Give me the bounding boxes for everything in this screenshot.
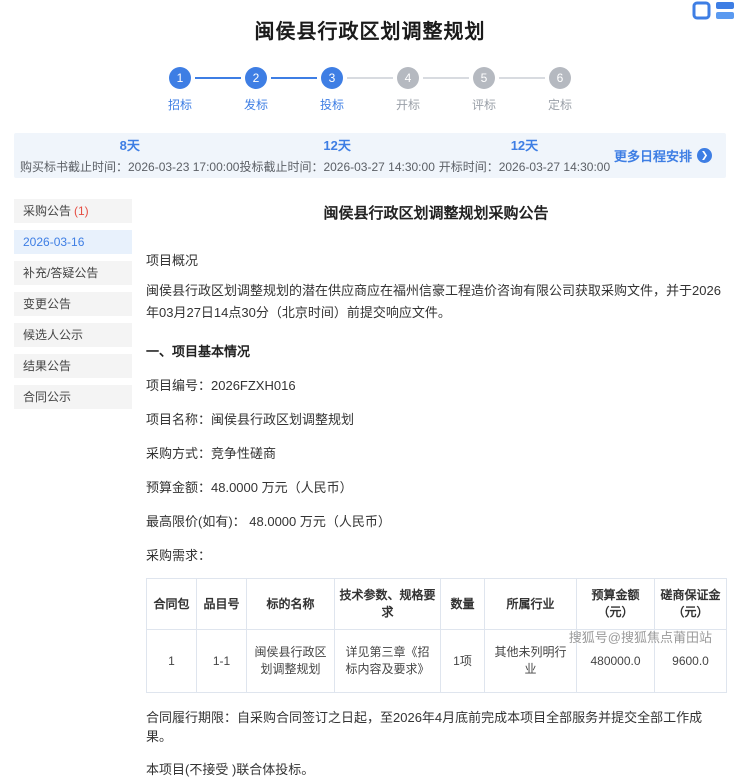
sidebar-item-procurement-notice[interactable]: 采购公告(1)	[14, 199, 132, 223]
step-label: 定标	[548, 96, 572, 113]
step-connector	[195, 77, 241, 79]
days-remaining: 12天	[435, 135, 614, 154]
step-number: 3	[321, 67, 343, 89]
cell-item-number: 1-1	[197, 630, 247, 693]
sidebar-item-label: 补充/答疑公告	[23, 266, 98, 280]
field-procurement-method: 采购方式：竞争性磋商	[146, 443, 726, 462]
step-label: 开标	[396, 96, 420, 113]
col-header-item-number: 品目号	[197, 579, 247, 630]
schedule-item-opening-time: 12天 开标时间：2026-03-27 14:30:00	[435, 135, 614, 175]
main-area: 采购公告(1) 2026-03-16 补充/答疑公告 变更公告 候选人公示 结果…	[14, 199, 726, 778]
sidebar-item-label: 变更公告	[23, 297, 71, 311]
progress-stepper: 1 招标 2 发标 3 投标 4 开标 5 评标 6 定标	[0, 67, 740, 113]
col-header-budget: 预算金额（元）	[577, 579, 655, 630]
step-label: 发标	[244, 96, 268, 113]
sidebar-item-result-notice[interactable]: 结果公告	[14, 354, 132, 378]
step-evaluate: 5 评标	[469, 67, 499, 113]
step-submit: 3 投标	[317, 67, 347, 113]
cell-tech-specs: 详见第三章《招标内容及要求》	[335, 630, 441, 693]
deadline-text: 投标截止时间：2026-03-27 14:30:00	[239, 158, 434, 175]
section1-heading: 一、项目基本情况	[146, 341, 726, 360]
step-label: 投标	[320, 96, 344, 113]
step-number: 5	[473, 67, 495, 89]
col-header-industry: 所属行业	[485, 579, 577, 630]
deadline-text: 开标时间：2026-03-27 14:30:00	[435, 158, 614, 175]
field-procurement-demand: 采购需求：	[146, 545, 726, 564]
days-remaining: 12天	[239, 135, 434, 154]
step-number: 1	[169, 67, 191, 89]
step-label: 评标	[472, 96, 496, 113]
col-header-tech-specs: 技术参数、规格要求	[335, 579, 441, 630]
sidebar-item-contract-publicity[interactable]: 合同公示	[14, 385, 132, 409]
step-number: 4	[397, 67, 419, 89]
step-award: 6 定标	[545, 67, 575, 113]
overview-heading: 项目概况	[146, 250, 726, 269]
consortium-bid-line: 本项目(不接受 )联合体投标。	[146, 759, 726, 778]
article-content: 闽侯县行政区划调整规划采购公告 项目概况 闽侯县行政区划调整规划的潜在供应商应在…	[146, 199, 726, 778]
page-title: 闽侯县行政区划调整规划	[0, 15, 740, 44]
step-issue: 2 发标	[241, 67, 271, 113]
overview-paragraph: 闽侯县行政区划调整规划的潜在供应商应在福州信豪工程造价咨询有限公司获取采购文件，…	[146, 280, 726, 324]
step-number: 6	[549, 67, 571, 89]
sidebar-item-label: 合同公示	[23, 390, 71, 404]
sidebar-item-change-notice[interactable]: 变更公告	[14, 292, 132, 316]
step-number: 2	[245, 67, 267, 89]
article-title: 闽侯县行政区划调整规划采购公告	[146, 202, 726, 223]
arrow-right-icon: ❯	[697, 148, 712, 163]
step-connector	[271, 77, 317, 79]
schedule-item-bid-deadline: 12天 投标截止时间：2026-03-27 14:30:00	[239, 135, 434, 175]
sidebar-item-supplement-notice[interactable]: 补充/答疑公告	[14, 261, 132, 285]
schedule-item-purchase-deadline: 8天 购买标书截止时间：2026-03-23 17:00:00	[20, 135, 239, 175]
step-label: 招标	[168, 96, 192, 113]
cell-contract-package: 1	[147, 630, 197, 693]
col-header-deposit: 磋商保证金（元）	[655, 579, 727, 630]
corner-logo-icon	[692, 0, 736, 25]
deadline-text: 购买标书截止时间：2026-03-23 17:00:00	[20, 158, 239, 175]
step-connector	[499, 77, 545, 79]
sidebar: 采购公告(1) 2026-03-16 补充/答疑公告 变更公告 候选人公示 结果…	[14, 199, 132, 416]
step-open: 4 开标	[393, 67, 423, 113]
cell-subject-name: 闽侯县行政区划调整规划	[247, 630, 335, 693]
step-bidding: 1 招标	[165, 67, 195, 113]
col-header-quantity: 数量	[441, 579, 485, 630]
schedule-bar: 8天 购买标书截止时间：2026-03-23 17:00:00 12天 投标截止…	[14, 133, 726, 178]
watermark-text: 搜狐号@搜狐焦点莆田站	[569, 627, 712, 646]
sidebar-item-label: 候选人公示	[23, 328, 83, 342]
sidebar-item-label: 2026-03-16	[23, 235, 84, 249]
sidebar-item-candidate-publicity[interactable]: 候选人公示	[14, 323, 132, 347]
notice-count-badge: (1)	[74, 204, 89, 218]
col-header-subject-name: 标的名称	[247, 579, 335, 630]
more-schedule-label: 更多日程安排	[614, 146, 692, 165]
contract-period-line: 合同履行期限：自采购合同签订之日起，至2026年4月底前完成本项目全部服务并提交…	[146, 707, 726, 745]
field-max-price: 最高限价(如有)： 48.0000 万元（人民币）	[146, 511, 726, 530]
step-connector	[423, 77, 469, 79]
page-header: 闽侯县行政区划调整规划	[0, 0, 740, 44]
field-project-name: 项目名称：闽侯县行政区划调整规划	[146, 409, 726, 428]
cell-quantity: 1项	[441, 630, 485, 693]
days-remaining: 8天	[20, 135, 239, 154]
more-schedule-link[interactable]: 更多日程安排 ❯	[614, 146, 712, 165]
step-connector	[347, 77, 393, 79]
sidebar-item-label: 采购公告	[23, 204, 71, 218]
sidebar-item-notice-date[interactable]: 2026-03-16	[14, 230, 132, 254]
col-header-contract-package: 合同包	[147, 579, 197, 630]
field-project-number: 项目编号：2026FZXH016	[146, 375, 726, 394]
table-header-row: 合同包 品目号 标的名称 技术参数、规格要求 数量 所属行业 预算金额（元） 磋…	[147, 579, 727, 630]
cell-industry: 其他未列明行业	[485, 630, 577, 693]
sidebar-item-label: 结果公告	[23, 359, 71, 373]
field-budget-amount: 预算金额：48.0000 万元（人民币）	[146, 477, 726, 496]
